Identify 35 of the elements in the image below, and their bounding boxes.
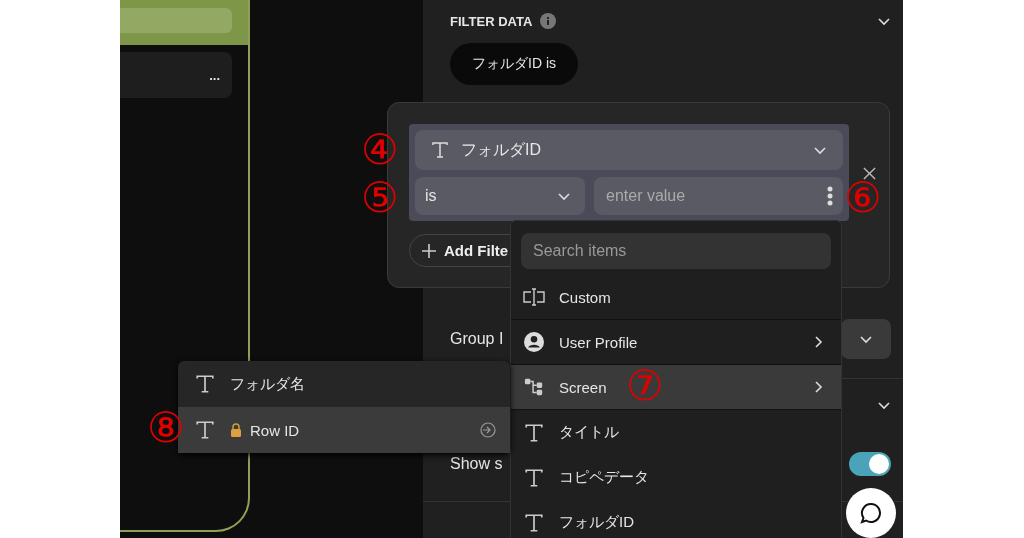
- kebab-menu-icon[interactable]: [827, 186, 833, 207]
- text-type-icon: [194, 374, 216, 394]
- step-number: ⑤: [361, 175, 399, 221]
- step-number: ④: [361, 127, 399, 173]
- more-menu[interactable]: ...: [209, 68, 220, 82]
- close-icon[interactable]: [863, 167, 876, 180]
- search-field[interactable]: Search items: [521, 233, 831, 269]
- dropdown-item[interactable]: タイトル: [511, 410, 841, 455]
- step-number: ⑦: [626, 363, 664, 409]
- dropdown-item[interactable]: フォルダID: [511, 500, 841, 538]
- step-number: ⑥: [844, 175, 882, 221]
- text-type-icon: [194, 420, 216, 440]
- filter-chip[interactable]: フォルダID is: [450, 43, 578, 85]
- text-type-icon: [523, 467, 545, 488]
- value-input[interactable]: enter value: [594, 177, 843, 215]
- text-type-icon: [431, 141, 449, 160]
- info-icon[interactable]: [540, 13, 557, 29]
- text-type-icon: [523, 422, 545, 443]
- field-select[interactable]: フォルダID: [415, 130, 843, 171]
- hierarchy-icon: [523, 377, 545, 397]
- toggle-switch[interactable]: [849, 452, 891, 476]
- operator-select[interactable]: is: [415, 177, 585, 215]
- user-avatar-icon: [523, 332, 545, 352]
- text-type-icon: [523, 512, 545, 533]
- chat-bubble-icon: [859, 501, 883, 525]
- custom-field-icon: [523, 287, 545, 307]
- lock-icon: [230, 423, 242, 437]
- group-label: Group I: [450, 330, 504, 348]
- dropdown-item[interactable]: コピペデータ: [511, 455, 841, 500]
- submenu-item[interactable]: フォルダ名: [178, 361, 510, 407]
- dropdown-item[interactable]: Custom: [511, 275, 841, 320]
- show-label: Show s: [450, 455, 503, 473]
- enter-icon[interactable]: [480, 422, 496, 438]
- plus-icon: [422, 243, 436, 258]
- section-title: FILTER DATA: [450, 13, 533, 29]
